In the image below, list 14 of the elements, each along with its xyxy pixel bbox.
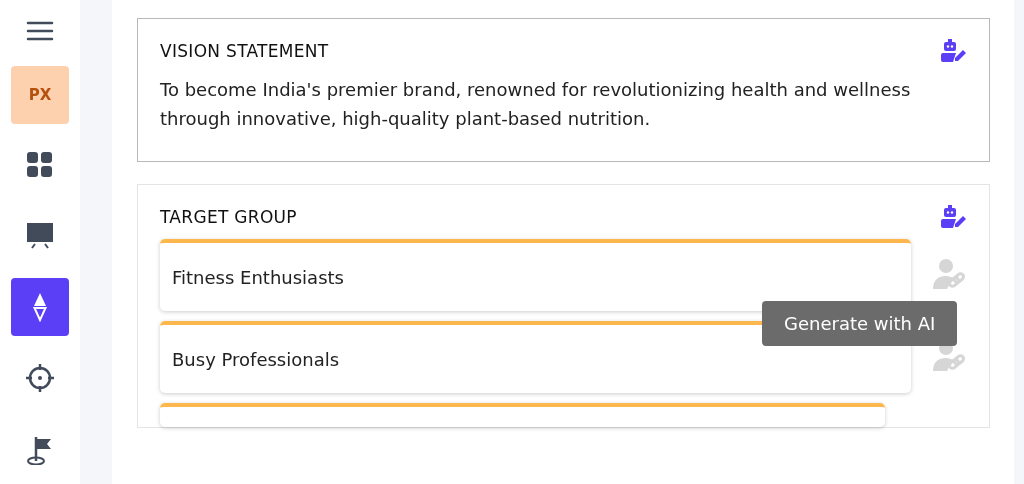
grid-icon (27, 152, 53, 179)
tooltip: Generate with AI (762, 301, 958, 346)
section-title: TARGET GROUP (160, 207, 297, 227)
ai-robot-icon[interactable] (941, 39, 967, 63)
diamond-icon (32, 291, 48, 322)
menu-button[interactable] (26, 20, 54, 41)
project-badge[interactable]: PX (11, 65, 69, 124)
presentation-board-icon (26, 222, 54, 251)
sidebar-item[interactable] (11, 277, 69, 336)
menu-icon (26, 20, 54, 41)
ai-robot-icon[interactable] (941, 205, 967, 229)
vision-text: To become India's premier brand, renowned for revolutionizing health and wellness through innovative, high-quality plant-based nutrition. (160, 78, 912, 131)
crosshair-icon (25, 362, 55, 393)
section-title: VISION STATEMENT (160, 41, 329, 61)
